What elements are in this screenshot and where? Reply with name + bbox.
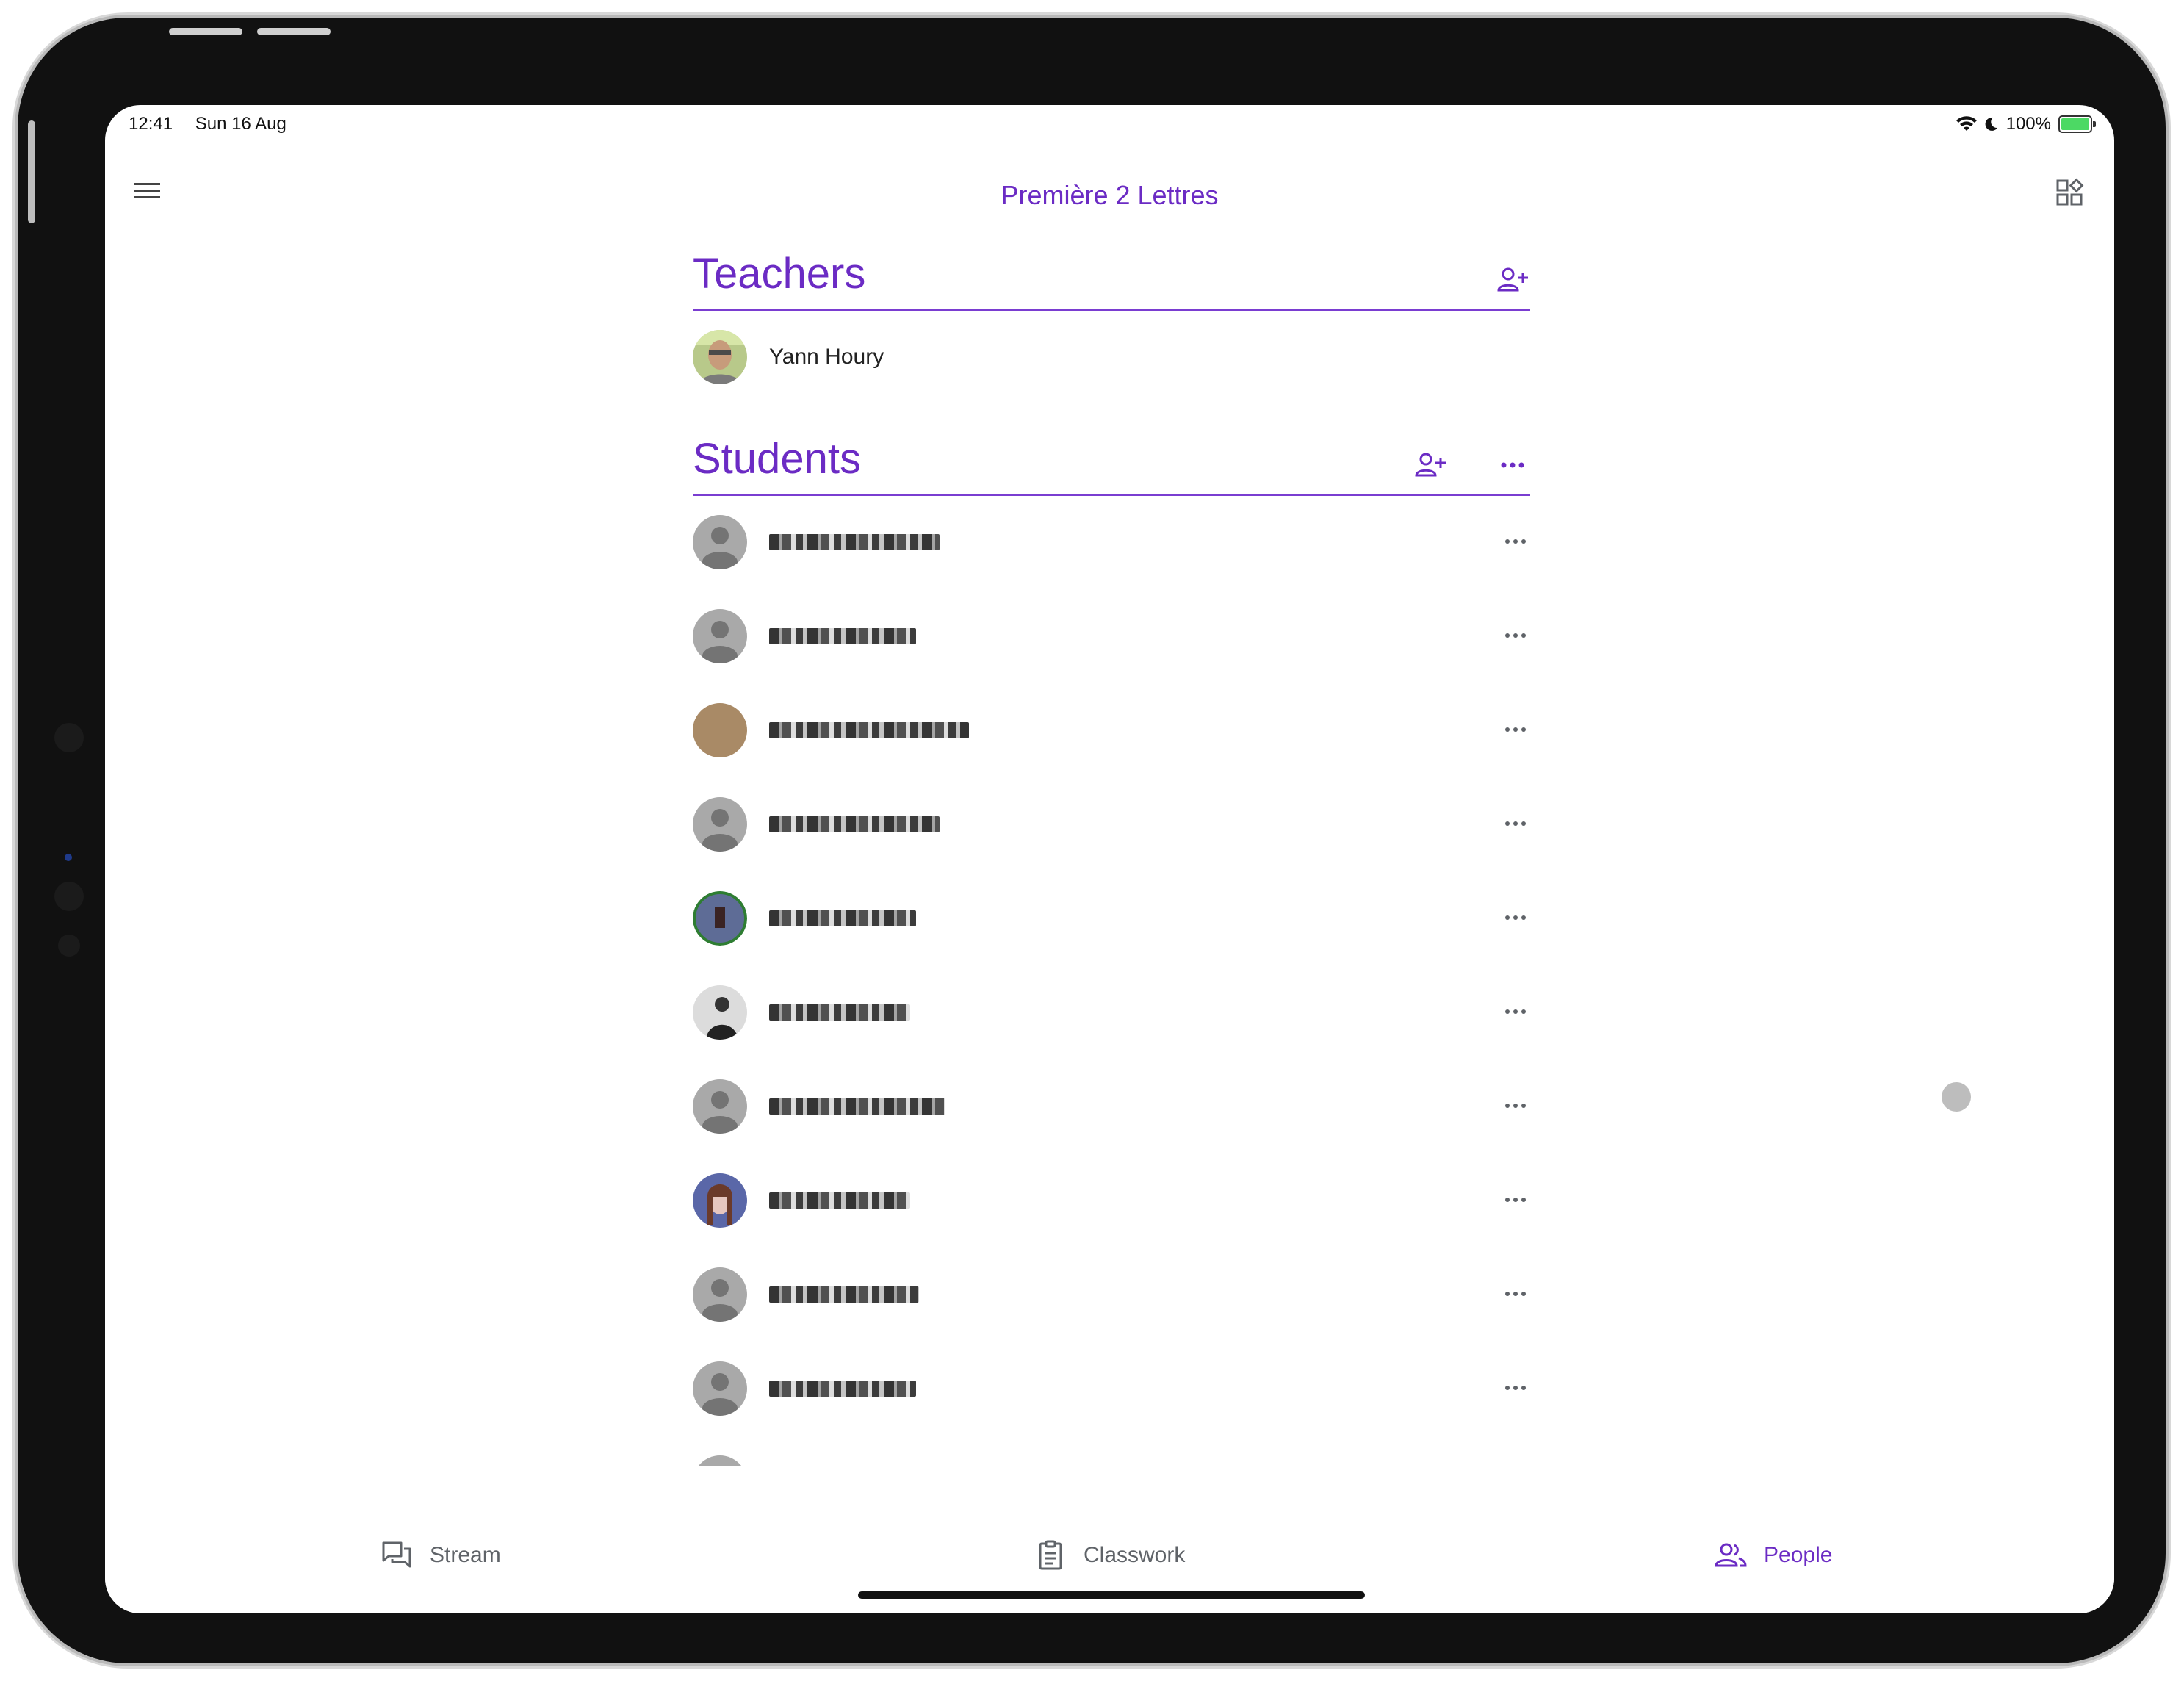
student-name-redacted (769, 1004, 910, 1021)
student-more-icon[interactable] (1501, 1279, 1530, 1309)
moon-icon (1985, 117, 1997, 131)
teacher-avatar (693, 330, 747, 384)
tab-stream-label: Stream (430, 1543, 501, 1567)
teacher-row[interactable]: Yann Houry (693, 311, 1530, 405)
student-avatar (693, 891, 747, 946)
status-date: Sun 16 Aug (195, 114, 286, 134)
teacher-name: Yann Houry (769, 345, 884, 369)
student-avatar (693, 515, 747, 569)
student-row[interactable] (693, 684, 1530, 778)
tab-people[interactable]: People (1714, 1538, 1832, 1572)
bottom-nav: Stream Classwork People (105, 1522, 2114, 1613)
top-button (169, 28, 242, 35)
screen: 12:41 Sun 16 Aug 100% Première 2 Lettres… (105, 105, 2114, 1613)
student-more-icon[interactable] (1501, 1091, 1530, 1120)
student-more-icon[interactable] (1501, 1373, 1530, 1403)
sensor-icon (58, 935, 80, 957)
student-avatar (693, 1079, 747, 1134)
student-row[interactable] (693, 1248, 1530, 1342)
teachers-header: Teachers (693, 245, 1530, 311)
student-row[interactable] (693, 496, 1530, 590)
battery-icon (2058, 115, 2096, 133)
students-more-icon[interactable] (1495, 447, 1530, 483)
student-avatar (693, 609, 747, 663)
student-more-icon[interactable] (1501, 715, 1530, 744)
student-avatar (693, 703, 747, 757)
student-row[interactable] (693, 1154, 1530, 1248)
tab-classwork[interactable]: Classwork (1034, 1538, 1185, 1572)
student-avatar (693, 1361, 747, 1416)
student-more-icon[interactable] (1501, 527, 1530, 556)
sensor-dot (65, 854, 72, 861)
scroll-indicator[interactable] (1942, 1082, 1971, 1112)
home-indicator (858, 1591, 1365, 1599)
app-header: Première 2 Lettres (105, 149, 2114, 245)
student-name-redacted (769, 1098, 945, 1115)
students-header: Students (693, 430, 1530, 496)
class-title: Première 2 Lettres (1001, 180, 1219, 210)
camera-icon (54, 723, 84, 752)
student-name-redacted (769, 534, 940, 550)
student-more-icon[interactable] (1501, 621, 1530, 650)
student-name-redacted (769, 1381, 916, 1397)
student-avatar (693, 797, 747, 852)
camera-icon (54, 882, 84, 911)
student-row[interactable] (693, 872, 1530, 966)
add-teacher-icon[interactable] (1495, 262, 1530, 298)
student-row[interactable] (693, 966, 1530, 1060)
student-row[interactable] (693, 778, 1530, 872)
student-more-icon[interactable] (1501, 809, 1530, 838)
wifi-icon (1956, 116, 1977, 131)
student-name-redacted (769, 1286, 919, 1303)
student-row[interactable] (693, 590, 1530, 684)
student-avatar (693, 1267, 747, 1322)
student-name-redacted (769, 722, 969, 738)
ipad-frame: 12:41 Sun 16 Aug 100% Première 2 Lettres… (18, 18, 2166, 1663)
tab-classwork-label: Classwork (1084, 1543, 1186, 1567)
student-list (693, 496, 1530, 1466)
student-name-redacted (769, 816, 940, 832)
student-name-redacted (769, 628, 916, 644)
people-icon (1715, 1543, 1747, 1567)
tab-people-label: People (1764, 1543, 1833, 1567)
stream-icon (382, 1541, 411, 1568)
tab-stream[interactable]: Stream (380, 1538, 501, 1572)
battery-percent: 100% (2005, 114, 2051, 134)
student-avatar (693, 1173, 747, 1228)
top-button (257, 28, 331, 35)
student-avatar (693, 985, 747, 1040)
student-avatar (693, 1455, 747, 1466)
student-name-redacted (769, 1192, 910, 1209)
side-button (28, 120, 35, 223)
student-row[interactable] (693, 1342, 1530, 1436)
apps-icon[interactable] (2055, 176, 2087, 209)
student-row[interactable] (693, 1060, 1530, 1154)
status-time: 12:41 (129, 114, 173, 134)
student-more-icon[interactable] (1501, 1185, 1530, 1214)
classwork-icon (1039, 1540, 1062, 1570)
student-name-redacted (769, 910, 916, 926)
people-list: Teachers Yann Houry Students (693, 245, 1530, 1466)
student-more-icon[interactable] (1501, 997, 1530, 1026)
student-more-icon[interactable] (1501, 903, 1530, 932)
students-title: Students (693, 435, 861, 483)
status-bar: 12:41 Sun 16 Aug 100% (105, 105, 2114, 149)
student-row[interactable] (693, 1436, 1530, 1466)
teachers-title: Teachers (693, 250, 866, 298)
add-student-icon[interactable] (1413, 447, 1448, 483)
